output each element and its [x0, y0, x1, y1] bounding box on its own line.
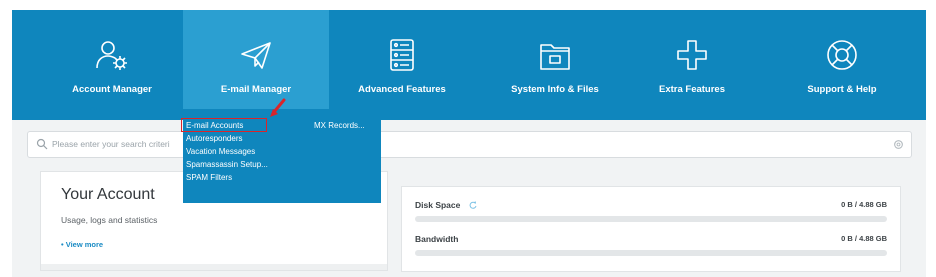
- search-placeholder: Please enter your search criteri: [52, 139, 170, 149]
- nav-extra-features[interactable]: Extra Features: [632, 10, 752, 120]
- menu-item-autoresponders[interactable]: Autoresponders: [186, 134, 242, 143]
- nav-account-manager[interactable]: Account Manager: [52, 10, 172, 120]
- bandwidth-label: Bandwidth: [415, 234, 459, 244]
- nav-label: Extra Features: [658, 84, 725, 95]
- account-title: Your Account: [61, 186, 155, 203]
- usage-card: Disk Space 0 B / 4.88 GB Bandwidth 0 B /…: [401, 186, 901, 272]
- lifebuoy-icon: [822, 37, 862, 73]
- nav-label: Advanced Features: [358, 84, 446, 95]
- bandwidth-row: Bandwidth 0 B / 4.88 GB: [415, 234, 887, 262]
- gear-icon[interactable]: [893, 139, 904, 150]
- disk-space-row: Disk Space 0 B / 4.88 GB: [415, 200, 887, 228]
- nav-email-manager[interactable]: E-mail Manager: [183, 10, 329, 120]
- nav-advanced-features[interactable]: Advanced Features: [342, 10, 462, 120]
- disk-space-value: 0 B / 4.88 GB: [841, 200, 887, 209]
- bandwidth-value: 0 B / 4.88 GB: [841, 234, 887, 243]
- menu-item-vacation-messages[interactable]: Vacation Messages: [186, 147, 255, 156]
- menu-item-spam-filters[interactable]: SPAM Filters: [186, 173, 232, 182]
- search-bar[interactable]: Please enter your search criteri: [27, 131, 912, 158]
- view-more-link[interactable]: • View more: [61, 240, 103, 249]
- nav-label: Support & Help: [807, 84, 877, 95]
- nav-label: System Info & Files: [511, 84, 599, 95]
- user-gear-icon: [92, 37, 132, 73]
- folder-icon: [535, 37, 575, 73]
- bandwidth-bar: [415, 250, 887, 256]
- refresh-icon[interactable]: [469, 201, 477, 209]
- menu-item-spamassassin-setup[interactable]: Spamassassin Setup...: [186, 160, 268, 169]
- nav-support-help[interactable]: Support & Help: [782, 10, 902, 120]
- nav-label: E-mail Manager: [220, 84, 292, 95]
- arrow-icon: [270, 98, 286, 117]
- highlight-box: [181, 118, 267, 132]
- paper-plane-icon: [236, 37, 276, 73]
- disk-space-label: Disk Space: [415, 200, 461, 210]
- plus-icon: [672, 37, 712, 73]
- menu-item-mx-records[interactable]: MX Records...: [314, 121, 365, 130]
- top-navigation: Account Manager E-mail Manager Advanced …: [12, 10, 926, 120]
- nav-system-info-files[interactable]: System Info & Files: [490, 10, 620, 120]
- server-icon: [382, 37, 422, 73]
- nav-label: Account Manager: [72, 84, 152, 95]
- divider: [41, 264, 387, 270]
- disk-space-bar: [415, 216, 887, 222]
- search-icon: [36, 138, 48, 150]
- account-subtitle: Usage, logs and statistics: [61, 215, 158, 225]
